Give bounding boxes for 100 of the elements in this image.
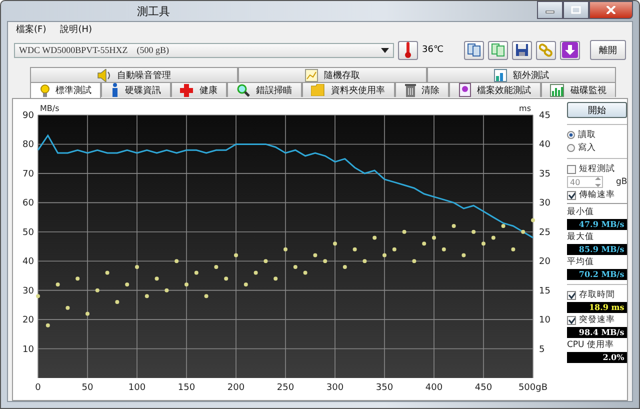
y-axis-label: 20: [539, 257, 550, 268]
access-time-point: [86, 312, 90, 316]
copy-button[interactable]: [464, 40, 484, 60]
exit-button[interactable]: 離開: [590, 40, 626, 60]
down-arrow-icon: [562, 42, 578, 58]
spin-arrows-icon: [594, 175, 602, 189]
checkbox-label: 短程測試: [579, 163, 615, 175]
access-time-point: [244, 282, 248, 286]
maximize-button[interactable]: [563, 1, 589, 19]
checkbox[interactable]: [567, 164, 576, 174]
x-axis-label: 300: [326, 383, 344, 392]
stat-label: 平均值: [567, 256, 595, 268]
tab[interactable]: 檔案效能測試: [449, 82, 541, 97]
maximize-icon: [571, 6, 581, 14]
access-time-point: [402, 230, 406, 234]
tab[interactable]: 健康: [170, 82, 228, 97]
access-time-point: [342, 264, 347, 269]
access-time-point: [214, 264, 218, 269]
stat-readout: 85.9 MB/s: [567, 244, 627, 255]
access-time-point: [234, 253, 238, 258]
options-button[interactable]: [536, 40, 556, 60]
y-axis-label: 10: [539, 316, 550, 326]
access-time-point: [66, 306, 70, 310]
y-axis-label: 25: [539, 228, 550, 238]
y-axis-label: 20: [22, 316, 34, 326]
tab[interactable]: 資料夾使用率: [302, 82, 395, 97]
access-time-point: [501, 224, 506, 228]
info-icon: [111, 83, 120, 97]
start-button[interactable]: 開始: [567, 102, 627, 118]
stat-readout: 47.9 MB/s: [567, 219, 627, 230]
save-button[interactable]: [512, 40, 532, 60]
checkbox[interactable]: [567, 190, 576, 200]
access-time-point: [56, 282, 60, 286]
checkmark-icon: [568, 290, 575, 300]
unit-label: gB: [616, 177, 627, 187]
tab[interactable]: 隨機存取: [238, 67, 427, 82]
y-axis-label: 10: [22, 344, 34, 355]
access-time-point: [313, 253, 318, 258]
copy-all-button[interactable]: [488, 40, 508, 60]
access-time-readout: 18.9 ms: [567, 302, 627, 313]
trash-icon: [404, 84, 416, 96]
checkbox[interactable]: [567, 316, 576, 324]
x-axis-label: 500gB: [518, 383, 548, 392]
temperature-button[interactable]: [398, 40, 418, 60]
access-time-point: [95, 288, 100, 292]
tab[interactable]: 標準測試: [30, 82, 102, 98]
access-time-point: [36, 294, 40, 298]
download-button[interactable]: [560, 40, 580, 60]
access-time-point: [46, 323, 50, 328]
x-axis-label: 50: [82, 383, 94, 392]
access-time-point: [432, 236, 436, 240]
tab[interactable]: 硬碟資訊: [101, 82, 171, 97]
access-time-point: [105, 270, 110, 275]
access-time-point: [511, 247, 516, 252]
size-spinbox[interactable]: 40: [567, 176, 603, 188]
access-time-point: [125, 282, 130, 286]
folder-icon: [311, 84, 326, 96]
access-time-point: [482, 242, 486, 246]
checkmark-icon: [568, 190, 575, 200]
tab[interactable]: 磁碟監視: [540, 82, 616, 97]
menu-item[interactable]: 檔案(F): [16, 23, 46, 36]
access-time-point: [154, 276, 159, 281]
radio-button[interactable]: [567, 144, 575, 152]
tab[interactable]: 額外測試: [427, 67, 616, 82]
stat-label: 最大值: [567, 231, 595, 243]
x-axis-label: 0: [35, 383, 41, 392]
access-time-point: [264, 259, 268, 264]
window-title: 測工具: [137, 4, 170, 18]
y-axis-label: 5: [539, 344, 545, 355]
search-icon: [236, 84, 250, 96]
document-icon: [458, 83, 471, 97]
x-axis-label: 200: [227, 383, 245, 392]
tab[interactable]: 錯誤掃瞄: [227, 82, 302, 97]
close-button[interactable]: [589, 1, 633, 19]
access-time-point: [452, 224, 456, 228]
radio-button[interactable]: [567, 131, 575, 139]
access-time-point: [323, 259, 328, 264]
y-axis-label: 70: [22, 169, 34, 180]
drive-dropdown[interactable]: WDC WD5000BPVT-55HXZ (500 gB): [14, 42, 394, 58]
x-axis-label: 350: [376, 383, 394, 392]
menu-item[interactable]: 說明(H): [60, 23, 92, 36]
access-time-point: [372, 236, 377, 240]
access-time-point: [224, 276, 228, 281]
access-time-point: [333, 242, 337, 246]
x-axis-label: 400: [425, 383, 443, 392]
tab[interactable]: 自動噪音管理: [30, 67, 238, 82]
tab[interactable]: 清除: [394, 82, 450, 97]
access-time-point: [164, 288, 169, 292]
checkbox[interactable]: [567, 290, 576, 300]
cpu-usage-readout: 2.0%: [567, 352, 627, 363]
stat-readout: 70.2 MB/s: [567, 269, 627, 280]
burst-rate-readout: 98.4 MB/s: [567, 327, 627, 338]
chart-icon: [305, 68, 318, 82]
y-axis-label: 30: [22, 286, 34, 296]
access-time-point: [491, 236, 496, 240]
axis-unit: MB/s: [40, 104, 60, 113]
y-axis-label: 80: [22, 140, 34, 150]
axis-unit: ms: [519, 104, 531, 113]
minimize-button[interactable]: [537, 1, 563, 19]
documents-icon: [491, 43, 505, 57]
